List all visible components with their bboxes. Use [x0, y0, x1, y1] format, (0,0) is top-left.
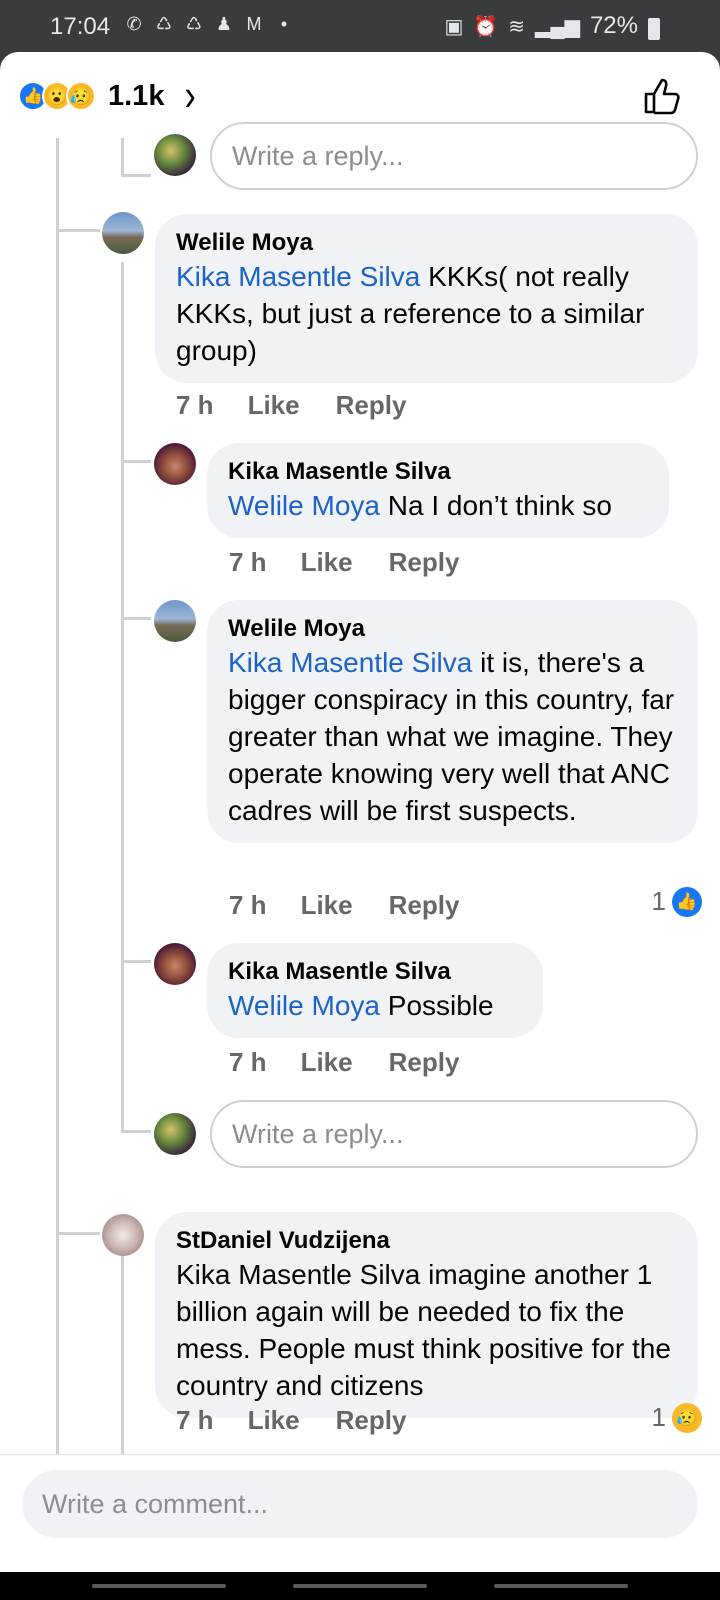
recycle-icon: ♺	[155, 14, 173, 34]
thread-connector	[56, 229, 100, 232]
comment-actions: 7 h Like Reply	[176, 1405, 442, 1436]
thread-connector	[121, 174, 151, 177]
avatar[interactable]	[102, 1214, 144, 1256]
comment-bubble[interactable]: Kika Masentle Silva Welile Moya Na I don…	[207, 443, 669, 538]
system-nav-bar	[0, 1572, 720, 1600]
reaction-number: 1	[651, 1402, 666, 1432]
my-avatar	[154, 134, 196, 176]
reply-input[interactable]: Write a reply...	[210, 1100, 698, 1168]
comment-actions: 7 h Like Reply	[176, 390, 442, 421]
reply-button[interactable]: Reply	[389, 890, 460, 921]
comment-actions: 7 h Like Reply	[229, 547, 495, 578]
like-button[interactable]: Like	[248, 390, 300, 421]
comment-input[interactable]: Write a comment...	[22, 1470, 698, 1538]
comment-bubble[interactable]: StDaniel Vudzijena Kika Masentle Silva i…	[155, 1212, 698, 1418]
comment-text: Welile Moya Na I don’t think so	[228, 487, 649, 524]
like-button[interactable]: Like	[301, 890, 353, 921]
reaction-number: 1	[651, 886, 666, 916]
reactions-summary[interactable]: 👍 😮 😥 1.1k ›	[18, 71, 196, 120]
comment-time: 7 h	[229, 1047, 267, 1077]
lock-icon: ▣	[444, 15, 464, 38]
thread-line-reply	[121, 138, 124, 176]
mention-link[interactable]: Kika Masentle Silva	[176, 261, 420, 292]
like-thumb-icon[interactable]	[640, 74, 684, 118]
avatar[interactable]	[154, 943, 196, 985]
reply-input[interactable]: Write a reply...	[210, 122, 698, 190]
thread-connector	[121, 1130, 151, 1133]
comment-body: Na I don’t think so	[379, 490, 612, 521]
comment-time: 7 h	[229, 890, 267, 920]
whatsapp-icon: ✆	[126, 14, 142, 34]
sad-reaction-icon: 😥	[672, 1402, 702, 1433]
recycle-icon: ♺	[185, 14, 203, 34]
comment-author[interactable]: StDaniel Vudzijena	[176, 1226, 678, 1256]
thread-line-daniel	[121, 1252, 124, 1454]
battery-icon	[648, 18, 660, 40]
thread-connector	[121, 460, 151, 463]
reply-button[interactable]: Reply	[389, 547, 460, 578]
reaction-count: 1.1k	[108, 79, 165, 112]
comment-text: Kika Masentle Silva KKKs( not really KKK…	[176, 258, 678, 369]
battery-percent: 72%	[589, 12, 638, 39]
comment-time: 7 h	[176, 1405, 214, 1435]
mention-link[interactable]: Kika Masentle Silva	[228, 647, 472, 678]
comment-author[interactable]: Kika Masentle Silva	[228, 957, 523, 987]
comment-text: Kika Masentle Silva it is, there's a big…	[228, 644, 678, 829]
like-reaction-icon: 👍	[672, 886, 702, 917]
comment-author[interactable]: Welile Moya	[176, 228, 678, 258]
comment-time: 7 h	[229, 547, 267, 577]
back-button[interactable]	[494, 1584, 628, 1588]
signal-icon: ▂▄▆	[535, 15, 580, 38]
alarm-icon: ⏰	[473, 15, 499, 38]
comments-sheet: 👍 😮 😥 1.1k › Write a reply... Welile Moy…	[0, 52, 720, 1572]
wifi-icon: ≋	[508, 15, 526, 38]
thread-connector	[121, 960, 151, 963]
comment-actions: 7 h Like Reply	[229, 890, 495, 921]
comment-bubble[interactable]: Kika Masentle Silva Welile Moya Possible	[207, 943, 543, 1038]
system-icons: ▣ ⏰ ≋ ▂▄▆ 72%	[444, 12, 660, 40]
comment-body: Possible	[379, 990, 494, 1021]
mention-link[interactable]: Welile Moya	[228, 490, 380, 521]
like-button[interactable]: Like	[301, 1047, 353, 1078]
thread-line-welile	[121, 262, 124, 1132]
thread-connector	[121, 617, 151, 620]
reply-button[interactable]: Reply	[336, 390, 407, 421]
like-button[interactable]: Like	[248, 1405, 300, 1436]
mention-link[interactable]: Welile Moya	[228, 990, 380, 1021]
comment-reaction-count[interactable]: 1 👍	[652, 886, 702, 917]
comment-text: Kika Masentle Silva imagine another 1 bi…	[176, 1259, 671, 1401]
recents-button[interactable]	[92, 1584, 226, 1588]
comment-composer: Write a comment...	[0, 1454, 720, 1572]
comment-bubble[interactable]: Welile Moya Kika Masentle Silva KKKs( no…	[155, 214, 698, 383]
comment-author[interactable]: Kika Masentle Silva	[228, 457, 649, 487]
chevron-right-icon: ›	[184, 70, 196, 121]
status-time: 17:04	[50, 13, 111, 40]
comment-text: Welile Moya Possible	[228, 987, 523, 1024]
reply-button[interactable]: Reply	[389, 1047, 460, 1078]
reply-button[interactable]: Reply	[336, 1405, 407, 1436]
avatar[interactable]	[154, 443, 196, 485]
avatar[interactable]	[102, 212, 144, 254]
notification-icons: ✆ ♺ ♺ ♟ M •	[122, 12, 296, 36]
dot-icon: •	[280, 14, 288, 34]
like-button[interactable]: Like	[301, 547, 353, 578]
home-button[interactable]	[293, 1584, 427, 1588]
comment-author[interactable]: Welile Moya	[228, 614, 678, 644]
comment-bubble[interactable]: Welile Moya Kika Masentle Silva it is, t…	[207, 600, 698, 843]
person-icon: ♟	[215, 14, 233, 34]
thread-line-root	[56, 138, 59, 1454]
status-bar: 17:04 ✆ ♺ ♺ ♟ M • ▣ ⏰ ≋ ▂▄▆ 72%	[0, 0, 720, 52]
thread-connector	[56, 1232, 100, 1235]
my-avatar	[154, 1113, 196, 1155]
comment-time: 7 h	[176, 390, 214, 420]
gmail-icon: M	[246, 14, 262, 34]
avatar[interactable]	[154, 600, 196, 642]
sad-reaction-icon: 😥	[66, 81, 96, 111]
comment-reaction-count[interactable]: 1 😥	[652, 1402, 702, 1433]
comment-actions: 7 h Like Reply	[229, 1047, 495, 1078]
